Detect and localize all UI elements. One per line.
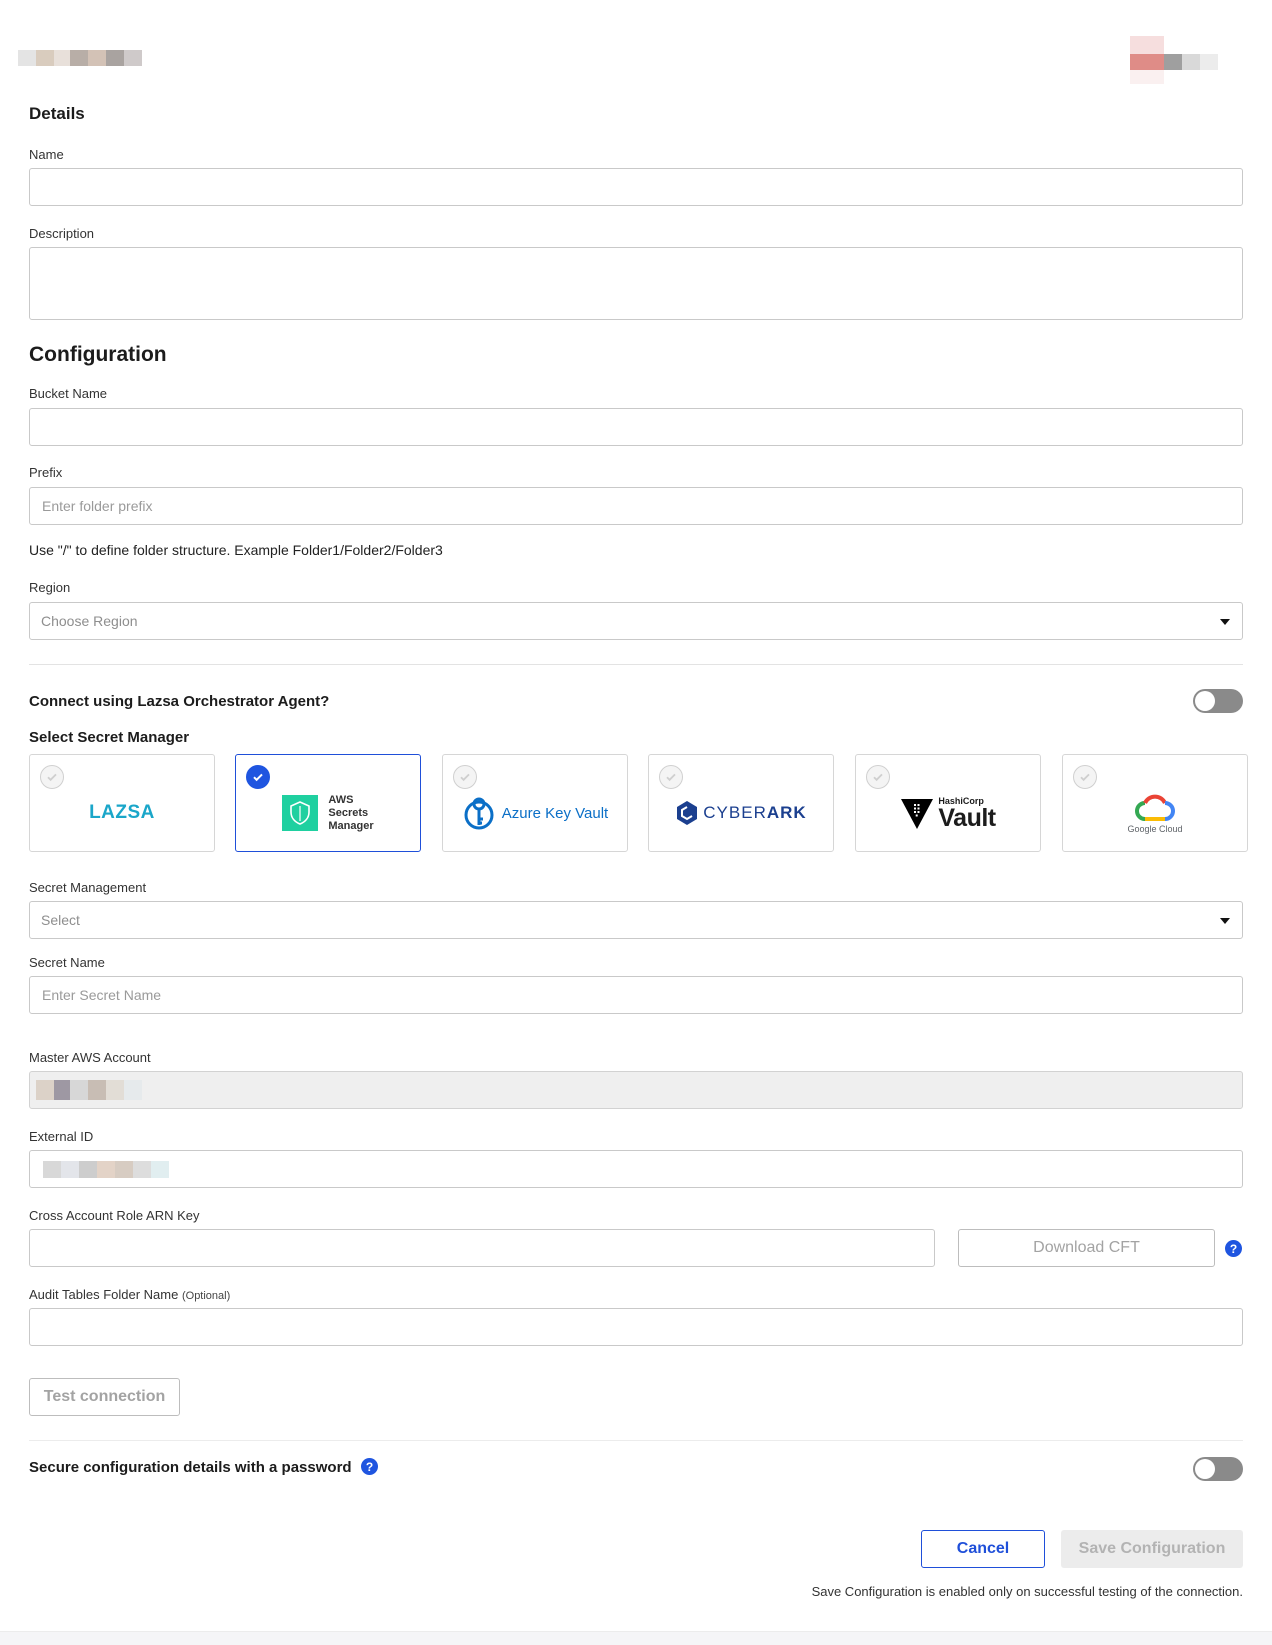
unchecked-circle-icon [40, 765, 64, 789]
secret-manager-label: Select Secret Manager [29, 729, 190, 746]
unchecked-circle-icon [866, 765, 890, 789]
secret-manager-card-lazsa[interactable]: LAZSA [29, 754, 215, 852]
master-aws-account-label: Master AWS Account [29, 1050, 151, 1065]
secret-manager-card-cyberark[interactable]: CYBERARK [648, 754, 834, 852]
secret-management-label: Secret Management [29, 880, 147, 895]
role-arn-label: Cross Account Role ARN Key [29, 1208, 200, 1223]
hashicorp-vault-logo: HashiCorp Vault [900, 796, 996, 832]
google-cloud-text: Google Cloud [1127, 824, 1183, 834]
agent-question: Connect using Lazsa Orchestrator Agent? [29, 693, 330, 710]
optional-tag: (Optional) [181, 1290, 231, 1302]
role-arn-input[interactable] [29, 1229, 935, 1267]
aws-logo-line-1: AWS [328, 793, 354, 806]
lazsa-logo: LAZSA [89, 802, 155, 823]
secret-name-input[interactable] [29, 976, 1243, 1014]
vault-triangle-icon [901, 799, 934, 829]
region-label: Region [29, 580, 71, 595]
secret-manager-card-aws[interactable]: AWS Secrets Manager [235, 754, 421, 852]
prefix-input[interactable] [29, 487, 1243, 525]
prefix-hint: Use "/" to define folder structure. Exam… [29, 542, 443, 558]
redacted-external-id [43, 1161, 178, 1178]
section-divider [29, 1440, 1243, 1441]
secure-config-toggle[interactable] [1193, 1457, 1243, 1481]
secret-management-select[interactable]: Select [29, 901, 1243, 939]
chevron-down-icon [1220, 918, 1230, 924]
description-input[interactable] [29, 247, 1243, 320]
secure-config-label: Secure configuration details with a pass… [29, 1459, 352, 1476]
audit-folder-label: Audit Tables Folder Name (Optional) [29, 1287, 230, 1302]
test-connection-button[interactable]: Test connection [29, 1378, 180, 1416]
secret-management-select-value: Select [41, 912, 80, 928]
name-input[interactable] [29, 168, 1243, 206]
region-select-value: Choose Region [41, 613, 138, 629]
audit-folder-input[interactable] [29, 1308, 1243, 1346]
azure-logo-text: Azure Key Vault [501, 804, 609, 822]
region-select[interactable]: Choose Region [29, 602, 1243, 640]
toggle-knob [1195, 691, 1215, 711]
cyberark-logo: CYBERARK [675, 800, 806, 826]
toggle-knob [1195, 1459, 1215, 1479]
bucket-name-input[interactable] [29, 408, 1243, 446]
configuration-heading: Configuration [29, 343, 167, 366]
secret-manager-card-gcp[interactable]: Google Cloud [1062, 754, 1248, 852]
aws-shield-icon [282, 795, 319, 831]
unchecked-circle-icon [453, 765, 477, 789]
chevron-down-icon [1220, 619, 1230, 625]
redacted-breadcrumb [18, 50, 142, 66]
cyberark-hex-icon [677, 801, 698, 825]
bucket-name-label: Bucket Name [29, 386, 108, 401]
external-id-label: External ID [29, 1129, 94, 1144]
aws-logo-line-3: Manager [328, 819, 374, 832]
name-label: Name [29, 147, 64, 162]
unchecked-circle-icon [1073, 765, 1097, 789]
aws-logo-line-2: Secrets [328, 806, 369, 819]
cyberark-text-a: CYBER [703, 803, 767, 822]
azure-key-icon [464, 797, 494, 830]
cyberark-text-b: ARK [766, 803, 807, 822]
redacted-avatar[interactable] [1130, 36, 1220, 88]
redacted-account-value [36, 1080, 146, 1100]
save-configuration-button[interactable]: Save Configuration [1061, 1530, 1243, 1568]
prefix-label: Prefix [29, 465, 63, 480]
google-cloud-logo: Google Cloud [1127, 792, 1183, 834]
checkmark-icon [246, 765, 270, 789]
external-id-field[interactable] [29, 1150, 1243, 1188]
details-heading: Details [29, 104, 85, 123]
save-note: Save Configuration is enabled only on su… [811, 1584, 1243, 1599]
secret-manager-card-azure[interactable]: Azure Key Vault [442, 754, 628, 852]
description-label: Description [29, 226, 95, 241]
secret-manager-card-hashicorp[interactable]: HashiCorp Vault [855, 754, 1041, 852]
google-cloud-icon [1135, 794, 1175, 821]
vault-text: Vault [938, 804, 996, 832]
unchecked-circle-icon [659, 765, 683, 789]
master-aws-account-field [29, 1071, 1243, 1109]
aws-secrets-manager-logo: AWS Secrets Manager [282, 793, 374, 833]
help-icon[interactable]: ? [1225, 1240, 1242, 1257]
section-divider [29, 664, 1243, 665]
secret-name-label: Secret Name [29, 955, 105, 970]
bottom-bar [0, 1631, 1272, 1645]
agent-toggle[interactable] [1193, 689, 1243, 713]
cancel-button[interactable]: Cancel [921, 1530, 1045, 1568]
help-icon[interactable]: ? [361, 1458, 378, 1475]
download-cft-button[interactable]: Download CFT [958, 1229, 1215, 1267]
azure-key-vault-logo: Azure Key Vault [462, 795, 608, 831]
audit-folder-label-text: Audit Tables Folder Name [29, 1287, 179, 1302]
